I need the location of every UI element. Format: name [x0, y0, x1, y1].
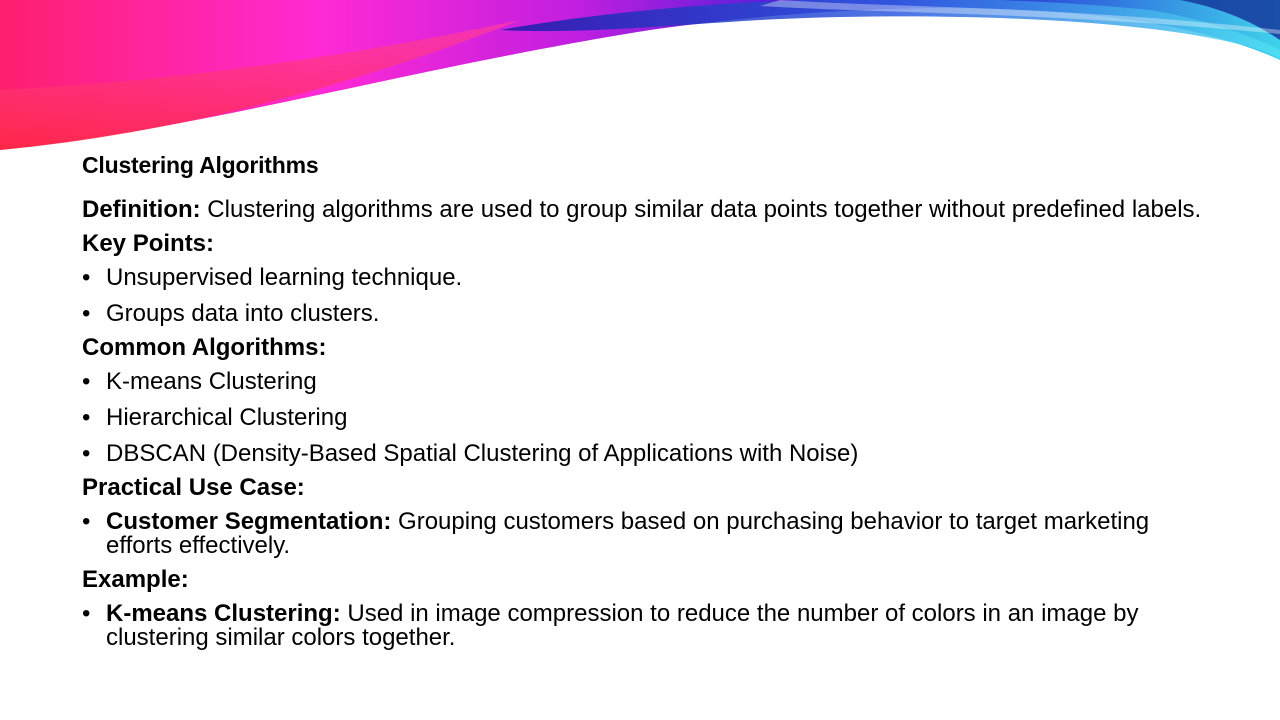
example-list: K-means Clustering: Used in image compre… [82, 602, 1222, 650]
definition-text: Clustering algorithms are used to group … [200, 196, 1202, 223]
practical-use-case-heading: Practical Use Case: [82, 474, 305, 501]
list-item: K-means Clustering [82, 370, 1222, 395]
key-points-heading: Key Points: [82, 230, 215, 257]
key-points-list: Unsupervised learning technique. Groups … [82, 266, 1222, 327]
practical-use-case-list: Customer Segmentation: Grouping customer… [82, 510, 1222, 558]
list-item: Unsupervised learning technique. [82, 266, 1222, 291]
definition-label: Definition: [82, 196, 201, 223]
definition-paragraph: Definition: Clustering algorithms are us… [82, 198, 1222, 222]
list-item: Customer Segmentation: Grouping customer… [82, 510, 1222, 558]
slide-title: Clustering Algorithms [82, 152, 319, 178]
common-algorithms-list: K-means Clustering Hierarchical Clusteri… [82, 370, 1222, 467]
slide-body: Definition: Clustering algorithms are us… [82, 198, 1222, 650]
example-heading: Example: [82, 566, 189, 593]
common-algorithms-heading: Common Algorithms: [82, 334, 327, 361]
list-item: DBSCAN (Density-Based Spatial Clustering… [82, 442, 1222, 467]
decorative-wave-banner [0, 0, 1280, 150]
list-item: Groups data into clusters. [82, 302, 1222, 327]
list-item: K-means Clustering: Used in image compre… [82, 602, 1222, 650]
list-item: Hierarchical Clustering [82, 406, 1222, 431]
use-case-label: Customer Segmentation: [106, 508, 392, 535]
example-label: K-means Clustering: [106, 600, 341, 627]
